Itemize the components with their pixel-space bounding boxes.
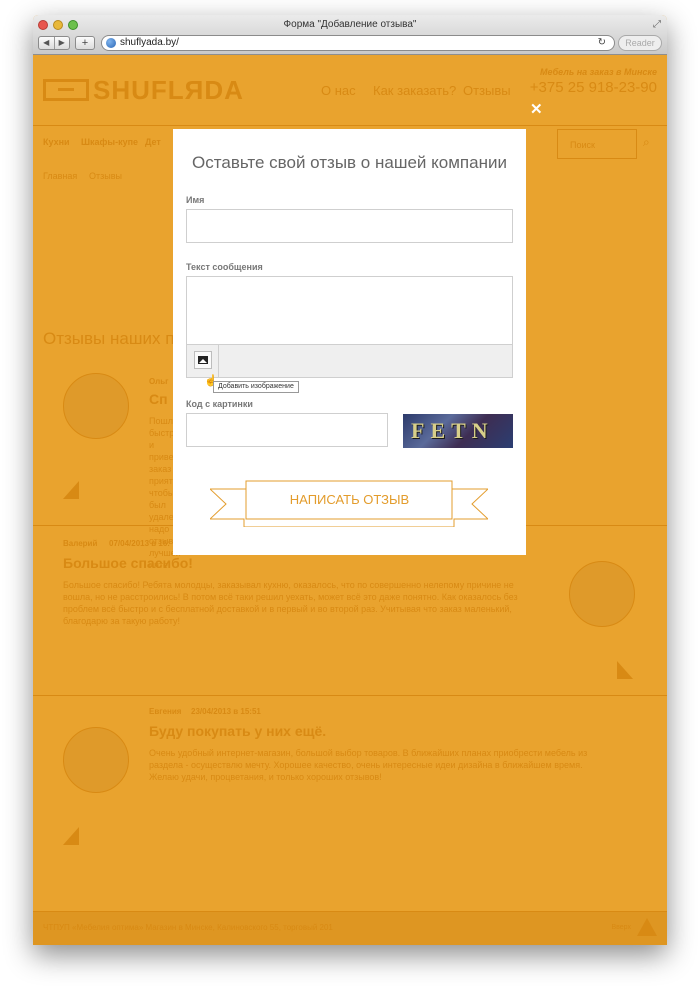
nav-link-how-to-order[interactable]: Как заказать? — [373, 83, 456, 98]
add-bookmark-button[interactable]: + — [75, 36, 95, 50]
window-title: Форма "Добавление отзыва" — [283, 19, 417, 30]
review-image — [63, 727, 129, 793]
reload-icon[interactable]: ↻ — [598, 36, 606, 50]
review-date: 23/04/2013 в 15:51 — [191, 707, 261, 716]
review-modal: Оставьте свой отзыв о нашей компании Имя… — [173, 129, 526, 555]
title-bar: Форма "Добавление отзыва" ⤢ ◀ ▶ + shufly… — [33, 15, 667, 55]
review-image — [569, 561, 635, 627]
review-title: Буду покупать у них ещё. — [149, 723, 327, 739]
footer-text: ЧТПУП «Мебелия оптима» Магазин в Минске,… — [43, 923, 333, 932]
review-title: Большое спасибо! — [63, 555, 193, 571]
close-icon[interactable]: ✕ — [530, 100, 543, 118]
review-text: Очень удобный интернет-магазин, большой … — [149, 748, 588, 782]
page-overlay: SHUFLЯDA О нас Как заказать? Отзывы Мебе… — [33, 55, 667, 945]
breadcrumb-reviews: Отзывы — [89, 171, 122, 181]
site-logo[interactable]: SHUFLЯDA — [93, 75, 244, 106]
review-title: Сп — [149, 391, 168, 407]
review-date: 07/04/2013 в 16: — [109, 539, 170, 548]
captcha-field[interactable] — [186, 413, 388, 447]
fullscreen-icon[interactable]: ⤢ — [653, 19, 661, 30]
avatar — [63, 373, 129, 439]
toolbar-divider — [218, 345, 219, 377]
review-corner — [63, 481, 79, 499]
submit-review-button[interactable]: НАПИСАТЬ ОТЗЫВ — [246, 481, 453, 519]
add-image-tooltip: Добавить изображение — [213, 381, 299, 393]
name-field[interactable] — [186, 209, 513, 243]
captcha-image: FETN — [403, 414, 513, 448]
nav-link-about[interactable]: О нас — [321, 83, 356, 98]
browser-window: Форма "Добавление отзыва" ⤢ ◀ ▶ + shufly… — [33, 15, 667, 945]
captcha-label: Код с картинки — [186, 399, 253, 409]
breadcrumb-home[interactable]: Главная — [43, 171, 77, 181]
menu-item-wardrobes[interactable]: Шкафы-купе — [81, 137, 138, 147]
phone-caption: Мебель на заказ в Минске — [540, 67, 657, 77]
review-author: Валерий — [63, 539, 98, 548]
add-image-button[interactable] — [194, 351, 212, 369]
modal-title: Оставьте свой отзыв о нашей компании — [192, 153, 507, 172]
globe-icon — [106, 38, 116, 48]
search-icon[interactable]: ⌕ — [643, 135, 650, 150]
menu-item-kitchens[interactable]: Кухни — [43, 137, 70, 147]
nav-link-reviews[interactable]: Отзывы — [463, 83, 511, 98]
review-text: Большое спасибо! Ребята молодцы, заказыв… — [63, 580, 518, 626]
message-label: Текст сообщения — [186, 262, 263, 272]
phone-number: +375 25 918-23-90 — [529, 79, 657, 96]
scroll-up-icon[interactable] — [637, 918, 657, 936]
address-text[interactable]: shuflyada.by/ — [120, 37, 179, 48]
message-field[interactable] — [186, 276, 513, 378]
back-forward-buttons[interactable]: ◀ ▶ — [38, 36, 70, 50]
message-toolbar — [187, 344, 512, 377]
footer-up-label[interactable]: Вверх — [611, 924, 631, 931]
forward-icon[interactable]: ▶ — [55, 37, 70, 49]
site-footer: ЧТПУП «Мебелия оптима» Магазин в Минске,… — [33, 911, 667, 945]
review-corner — [617, 661, 633, 679]
search-input[interactable]: Поиск — [557, 129, 637, 159]
review-author: Ольг — [149, 377, 169, 386]
logo-mark — [43, 79, 89, 101]
image-icon — [198, 356, 208, 364]
reader-button[interactable]: Reader — [618, 35, 662, 51]
name-label: Имя — [186, 195, 205, 205]
review-corner — [63, 827, 79, 845]
captcha-text: FETN — [411, 418, 494, 443]
review-divider — [33, 695, 667, 696]
address-bar[interactable]: shuflyada.by/ ↻ — [101, 35, 615, 51]
back-icon[interactable]: ◀ — [39, 37, 55, 49]
reviews-heading: Отзывы наших по — [43, 329, 184, 348]
menu-divider — [33, 125, 667, 126]
review-author: Евгения — [149, 707, 182, 716]
menu-item-kids[interactable]: Дет — [145, 137, 161, 147]
